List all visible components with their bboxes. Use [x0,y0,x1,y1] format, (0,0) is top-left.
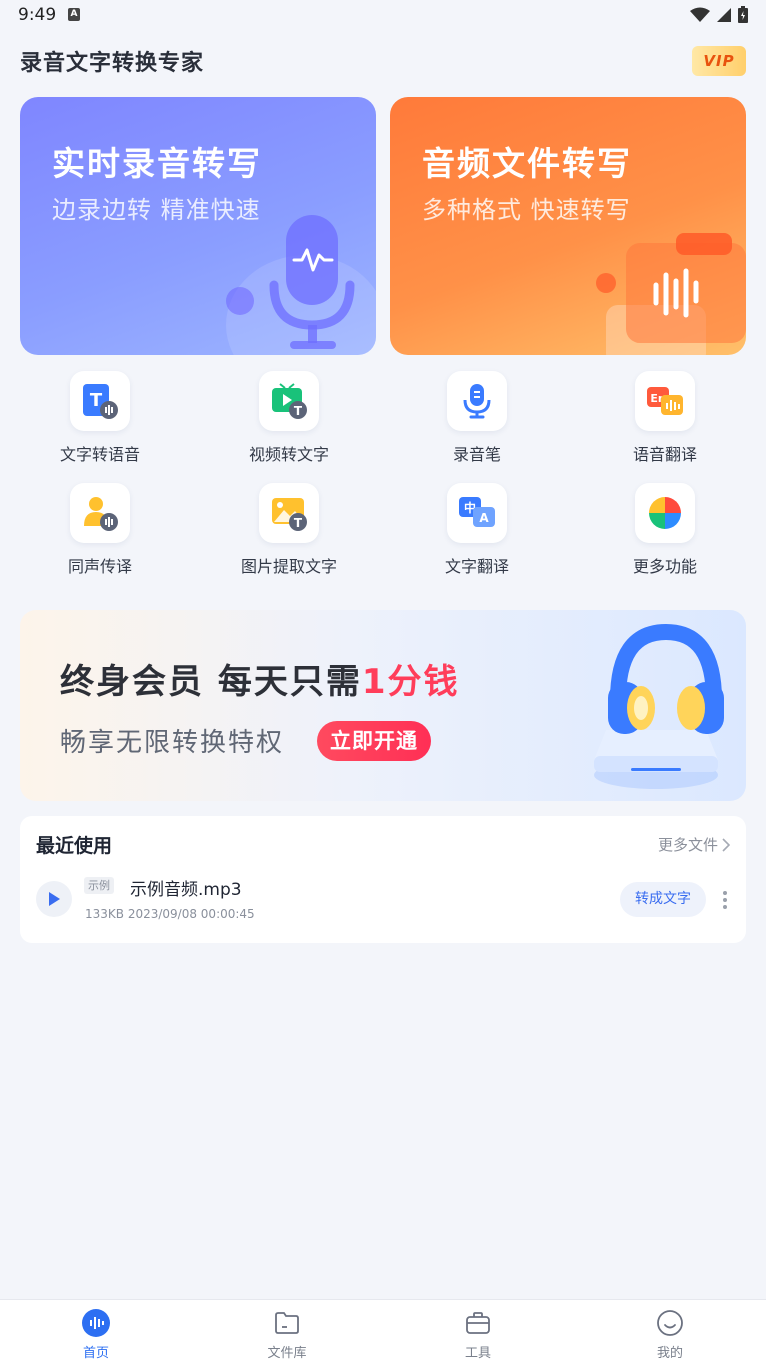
status-time: 9:49 [18,5,57,25]
feature-video-to-text[interactable]: T 视频转文字 [209,371,369,465]
feature-simultaneous-interpret[interactable]: 同声传译 [20,483,180,577]
card-title: 音频文件转写 [422,144,632,183]
convert-to-text-button[interactable]: 转成文字 [620,882,706,917]
promo-subtitle: 畅享无限转换特权 [60,728,285,758]
feature-label: 图片提取文字 [240,557,337,576]
feature-label: 语音翻译 [632,445,697,464]
more-files-link[interactable]: 更多文件 [658,834,730,855]
text-translate-icon: 中A [447,483,507,543]
play-button[interactable] [36,881,72,917]
promo-price: 1分钱 [361,662,460,702]
nav-label: 文件库 [267,1346,307,1361]
nav-profile[interactable]: 我的 [630,1308,710,1361]
feature-label: 同声传译 [67,557,132,576]
card-title: 实时录音转写 [52,144,262,183]
promo-title-text: 终身会员 每天只需 [60,662,362,702]
recent-title: 最近使用 [36,835,113,857]
simultaneous-interpret-icon [70,483,130,543]
more-features-icon [635,483,695,543]
signal-icon [717,7,731,22]
promo-title: 终身会员 每天只需1分钱 [60,654,460,703]
feature-voice-translate[interactable]: En 语音翻译 [585,371,745,465]
chevron-right-icon [722,837,730,852]
notification-a-icon: A [68,8,80,21]
audio-file-transcribe-card[interactable]: 音频文件转写 多种格式 快速转写 [390,97,746,355]
file-name[interactable]: 示例音频.mp3 [130,875,242,900]
feature-text-to-speech[interactable]: T 文字转语音 [20,371,180,465]
feature-label: 文字转语音 [59,445,140,464]
play-icon [49,892,60,906]
more-options-icon[interactable] [722,890,728,910]
video-to-text-icon: T [259,371,319,431]
feature-label: 文字翻译 [444,557,509,576]
more-files-label: 更多文件 [657,836,718,854]
nav-tools[interactable]: 工具 [438,1308,518,1361]
feature-image-to-text[interactable]: T 图片提取文字 [209,483,369,577]
feature-label: 视频转文字 [248,445,329,464]
nav-label: 首页 [82,1346,109,1361]
feature-text-translate[interactable]: 中A 文字翻译 [397,483,557,577]
lifetime-vip-banner[interactable]: 终身会员 每天只需1分钱 畅享无限转换特权 立即开通 [20,610,746,801]
smiley-profile-icon [655,1308,685,1338]
svg-text:A: A [479,511,489,525]
feature-more[interactable]: 更多功能 [585,483,745,577]
svg-text:T: T [294,404,303,418]
home-waveform-icon [81,1308,111,1338]
nav-home[interactable]: 首页 [56,1308,136,1361]
activate-now-button[interactable]: 立即开通 [317,721,431,761]
recent-files-card: 最近使用 更多文件 示例 示例音频.mp3 133KB 2023/09/08 0… [20,816,746,943]
sample-tag: 示例 [84,877,114,894]
status-bar: 9:49 A [0,0,766,32]
feature-label: 更多功能 [632,557,697,576]
realtime-transcribe-card[interactable]: 实时录音转写 边录边转 精准快速 [20,97,376,355]
card-subtitle: 多种格式 快速转写 [422,196,631,224]
image-to-text-icon: T [259,483,319,543]
microphone-icon [226,215,376,355]
status-icons [690,6,748,23]
toolbox-icon [463,1308,493,1338]
app-title: 录音文字转换专家 [20,51,205,76]
nav-label: 工具 [464,1346,491,1361]
headphones-icon [594,623,724,789]
voice-translate-icon: En [635,371,695,431]
svg-text:T: T [294,516,303,530]
battery-icon [738,6,748,23]
nav-label: 我的 [656,1346,683,1361]
feature-recorder[interactable]: 录音笔 [397,371,557,465]
vip-button[interactable]: VIP [692,46,746,76]
wifi-icon [690,7,710,22]
recorder-icon [447,371,507,431]
file-meta: 133KB 2023/09/08 00:00:45 [85,907,255,921]
feature-label: 录音笔 [452,445,501,464]
bottom-nav: 首页 文件库 工具 我的 [0,1299,766,1363]
nav-file-library[interactable]: 文件库 [247,1308,327,1361]
text-to-speech-icon: T [70,371,130,431]
folder-audio-icon [596,233,746,355]
folder-icon [272,1308,302,1338]
